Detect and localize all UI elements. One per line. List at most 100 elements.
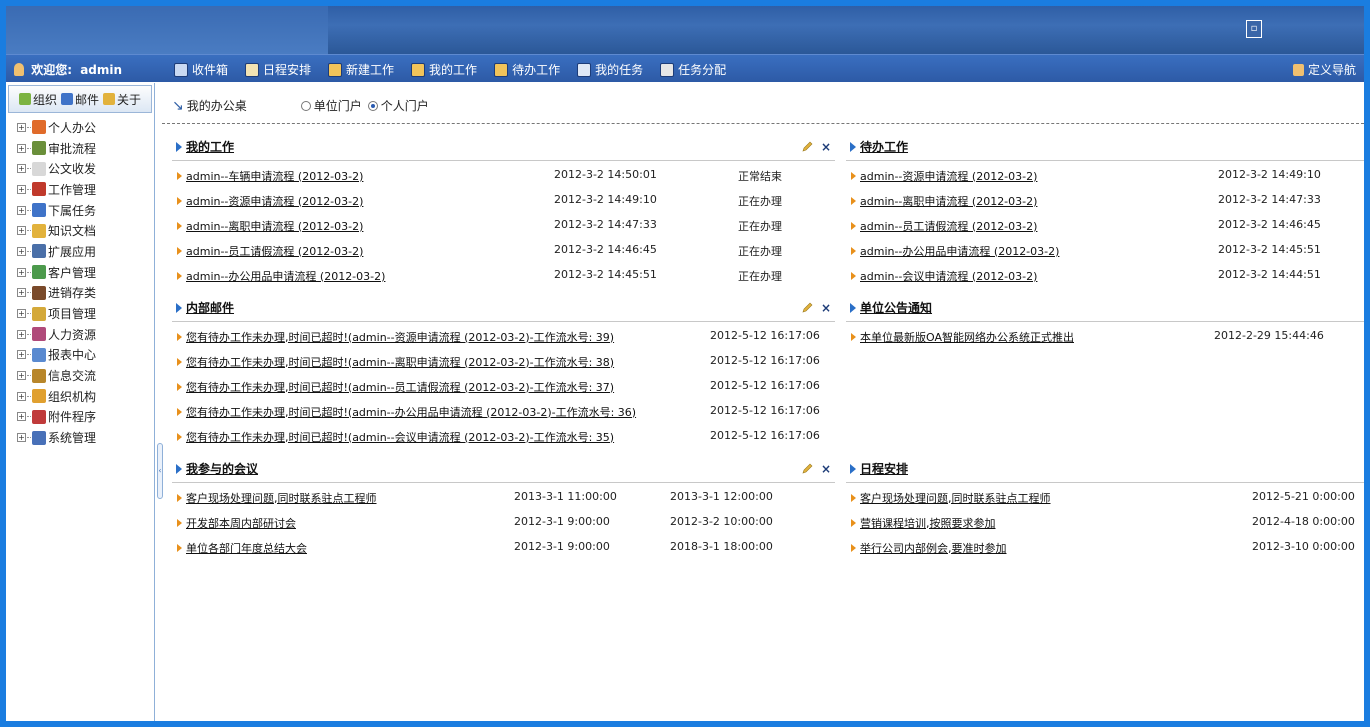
window-restore-button[interactable]: ▫ (1246, 20, 1262, 38)
expand-icon[interactable]: + (17, 205, 26, 215)
item-link[interactable]: 您有待办工作未办理,时间已超时!(admin--会议申请流程 (2012-03-… (186, 429, 614, 445)
panel-title[interactable]: 单位公告通知 (860, 299, 932, 316)
sidebar-tab-2[interactable]: 关于 (103, 91, 141, 108)
panel-title[interactable]: 内部邮件 (186, 299, 234, 316)
tree-item-9[interactable]: + 项目管理 (6, 303, 154, 324)
close-icon[interactable]: × (821, 140, 831, 154)
tree-item-8[interactable]: + 进销存类 (6, 283, 154, 304)
radio-unit-portal[interactable] (300, 100, 311, 111)
close-icon[interactable]: × (821, 462, 831, 476)
tree-item-label: 下属任务 (48, 203, 97, 218)
nav-item-0[interactable]: 收件箱 (174, 61, 228, 78)
tree-item-13[interactable]: + 组织机构 (6, 386, 154, 407)
item-link[interactable]: 举行公司内部例会,要准时参加 (860, 540, 1007, 556)
tree-item-4[interactable]: + 下属任务 (6, 200, 154, 221)
panel-title[interactable]: 我参与的会议 (186, 460, 258, 477)
item-link[interactable]: admin--员工请假流程 (2012-03-2) (860, 218, 1037, 234)
expand-icon[interactable]: + (17, 184, 26, 194)
item-link[interactable]: 本单位最新版OA智能网络办公系统正式推出 (860, 329, 1074, 345)
item-time: 2012-5-12 16:17:06 (710, 379, 820, 392)
nav-item-4[interactable]: 待办工作 (494, 61, 560, 78)
item-link[interactable]: 单位各部门年度总结大会 (186, 540, 307, 556)
tree-item-label: 工作管理 (48, 182, 97, 197)
expand-icon[interactable]: + (17, 226, 26, 236)
tree-connector (27, 168, 31, 170)
list-item: admin--离职申请流程 (2012-03-2) 2012-3-2 14:47:… (846, 188, 1364, 213)
item-link[interactable]: 营销课程培训,按照要求参加 (860, 515, 996, 531)
panel-title[interactable]: 日程安排 (860, 460, 908, 477)
tree-item-2[interactable]: + 公文收发 (6, 158, 154, 179)
nav-item-5[interactable]: 我的任务 (577, 61, 643, 78)
tree-item-14[interactable]: + 附件程序 (6, 407, 154, 428)
panel-title[interactable]: 我的工作 (186, 138, 234, 155)
nav-item-label: 任务分配 (678, 63, 727, 77)
item-link[interactable]: admin--办公用品申请流程 (2012-03-2) (186, 268, 385, 284)
list-item: admin--办公用品申请流程 (2012-03-2) 2012-3-2 14:4… (172, 263, 835, 288)
expand-icon[interactable]: + (17, 433, 26, 443)
sidebar-tab-0[interactable]: 组织 (18, 91, 57, 108)
item-link[interactable]: 您有待办工作未办理,时间已超时!(admin--员工请假流程 (2012-03-… (186, 379, 614, 395)
expand-icon[interactable]: + (17, 122, 26, 132)
item-link[interactable]: admin--离职申请流程 (2012-03-2) (186, 218, 363, 234)
tree-item-5[interactable]: + 知识文档 (6, 220, 154, 241)
tree-item-6[interactable]: + 扩展应用 (6, 241, 154, 262)
expand-icon[interactable]: + (17, 246, 26, 256)
nav-item-label: 我的任务 (595, 63, 644, 77)
item-link[interactable]: 开发部本周内部研讨会 (186, 515, 296, 531)
tree-item-15[interactable]: + 系统管理 (6, 427, 154, 448)
expand-icon[interactable]: + (17, 329, 26, 339)
bullet-icon (177, 246, 182, 255)
nav-item-3[interactable]: 我的工作 (411, 61, 477, 78)
tree-connector (27, 230, 31, 232)
item-link[interactable]: 您有待办工作未办理,时间已超时!(admin--资源申请流程 (2012-03-… (186, 329, 614, 345)
expand-icon[interactable]: + (17, 288, 26, 298)
expand-icon[interactable]: + (17, 309, 26, 319)
expand-icon[interactable]: + (17, 143, 26, 153)
close-icon[interactable]: × (821, 301, 831, 315)
module-tree: + 个人办公 + 审批流程 + 公文收发 + 工作管理 + 下属任务 + 知识文档 + 扩展应用 + 客户管理… (6, 117, 154, 448)
triangle-icon (850, 141, 856, 152)
item-link[interactable]: admin--车辆申请流程 (2012-03-2) (186, 168, 363, 184)
item-link[interactable]: admin--办公用品申请流程 (2012-03-2) (860, 243, 1059, 259)
edit-icon[interactable] (801, 302, 813, 314)
expand-icon[interactable]: + (17, 267, 26, 277)
item-link[interactable]: 客户现场处理问题,同时联系驻点工程师 (860, 490, 1051, 506)
radio-personal-portal[interactable] (367, 100, 378, 111)
item-link[interactable]: admin--会议申请流程 (2012-03-2) (860, 268, 1037, 284)
item-link[interactable]: 您有待办工作未办理,时间已超时!(admin--办公用品申请流程 (2012-0… (186, 404, 636, 420)
item-link[interactable]: 您有待办工作未办理,时间已超时!(admin--离职申请流程 (2012-03-… (186, 354, 614, 370)
tree-item-3[interactable]: + 工作管理 (6, 179, 154, 200)
module-icon (32, 203, 46, 218)
tree-connector (27, 416, 31, 418)
expand-icon[interactable]: + (17, 412, 26, 422)
tree-item-12[interactable]: + 信息交流 (6, 365, 154, 386)
sidebar-tab-1[interactable]: 邮件 (60, 91, 99, 108)
edit-icon[interactable] (801, 141, 813, 153)
tree-item-7[interactable]: + 客户管理 (6, 262, 154, 283)
nav-item-1[interactable]: 日程安排 (245, 61, 311, 78)
nav-item-6[interactable]: 任务分配 (660, 61, 726, 78)
edit-icon[interactable] (801, 463, 813, 475)
item-link[interactable]: admin--离职申请流程 (2012-03-2) (860, 193, 1037, 209)
expand-icon[interactable]: + (17, 391, 26, 401)
panel-title[interactable]: 待办工作 (860, 138, 908, 155)
tree-item-1[interactable]: + 审批流程 (6, 138, 154, 159)
tree-item-10[interactable]: + 人力资源 (6, 324, 154, 345)
nav-menu: 收件箱 日程安排 新建工作 我的工作 待办工作 我的任务 任务分配 (174, 61, 743, 78)
item-link[interactable]: admin--资源申请流程 (2012-03-2) (860, 168, 1037, 184)
nav-item-label: 新建工作 (346, 63, 395, 77)
item-link[interactable]: admin--员工请假流程 (2012-03-2) (186, 243, 363, 259)
pencil-icon (1292, 63, 1304, 76)
custom-nav-link[interactable]: 定义导航 (1292, 61, 1356, 78)
item-time: 2012-3-2 14:50:01 (554, 168, 657, 181)
expand-icon[interactable]: + (17, 164, 26, 174)
item-link[interactable]: admin--资源申请流程 (2012-03-2) (186, 193, 363, 209)
expand-icon[interactable]: + (17, 371, 26, 381)
nav-item-2[interactable]: 新建工作 (328, 61, 394, 78)
item-link[interactable]: 客户现场处理问题,同时联系驻点工程师 (186, 490, 377, 506)
tree-item-11[interactable]: + 报表中心 (6, 345, 154, 366)
tree-connector (27, 437, 31, 439)
tree-connector (27, 147, 31, 149)
expand-icon[interactable]: + (17, 350, 26, 360)
tree-item-0[interactable]: + 个人办公 (6, 117, 154, 138)
